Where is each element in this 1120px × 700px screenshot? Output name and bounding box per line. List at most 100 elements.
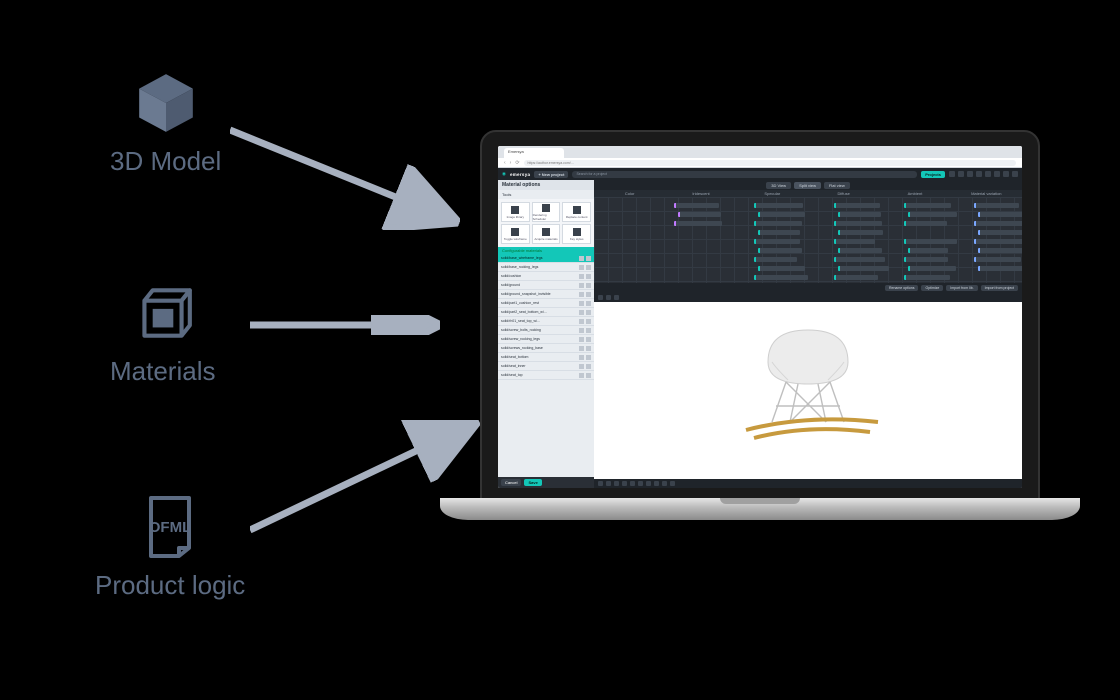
search-input[interactable]: Search for a project	[572, 171, 917, 178]
edit-icon[interactable]	[579, 373, 584, 378]
graph-node[interactable]	[978, 230, 1022, 235]
material-row[interactable]: solid/cushion	[498, 272, 594, 281]
tool-tile[interactable]: Acquire materials	[532, 224, 561, 244]
more-icon[interactable]	[586, 373, 591, 378]
graph-action-button[interactable]: Import from lib.	[946, 285, 977, 291]
graph-node[interactable]	[974, 221, 1022, 226]
material-row[interactable]: solid/seat_top	[498, 371, 594, 380]
graph-node[interactable]	[904, 239, 957, 244]
material-row[interactable]: solid/ground_snapshot_invisible	[498, 290, 594, 299]
reload-icon[interactable]: ⟳	[515, 160, 519, 166]
graph-node[interactable]	[834, 275, 878, 280]
graph-node[interactable]	[754, 275, 808, 280]
graph-node[interactable]	[754, 239, 800, 244]
edit-icon[interactable]	[579, 337, 584, 342]
graph-node[interactable]	[974, 239, 1022, 244]
browser-tab[interactable]: Emersya	[504, 148, 564, 158]
viewport-3d[interactable]	[594, 302, 1022, 479]
graph-node[interactable]	[838, 248, 882, 253]
graph-node[interactable]	[758, 248, 802, 253]
graph-action-button[interactable]: Import from project	[981, 285, 1018, 291]
material-row[interactable]: solid/part1_cushion_rest	[498, 299, 594, 308]
more-icon[interactable]	[586, 301, 591, 306]
back-icon[interactable]: ‹	[504, 160, 506, 166]
view-tab[interactable]: Split view	[794, 182, 821, 189]
edit-icon[interactable]	[579, 265, 584, 270]
node-graph[interactable]	[594, 197, 1022, 283]
material-row[interactable]: solid/rh01_seat_top_wi…	[498, 317, 594, 326]
material-row[interactable]: solid/seat_inner	[498, 362, 594, 371]
more-icon[interactable]	[586, 337, 591, 342]
material-row[interactable]: solid/screws_rocking_base	[498, 344, 594, 353]
graph-node[interactable]	[674, 203, 719, 208]
viewport-tool-icon[interactable]	[614, 295, 619, 300]
more-icon[interactable]	[586, 346, 591, 351]
more-icon[interactable]	[586, 328, 591, 333]
topbar-icon[interactable]	[994, 171, 1000, 177]
material-row[interactable]: solid/seat_bottom	[498, 353, 594, 362]
view-tab[interactable]: 3D View	[766, 182, 791, 189]
address-bar[interactable]: https://author.emersya.com/…	[524, 160, 1016, 166]
graph-node[interactable]	[754, 203, 803, 208]
viewport-tool-icon[interactable]	[614, 481, 619, 486]
edit-icon[interactable]	[579, 256, 584, 261]
save-button[interactable]: Save	[524, 479, 541, 486]
tool-tile[interactable]: Key styles	[562, 224, 591, 244]
tool-tile[interactable]: Toggle wireframe	[501, 224, 530, 244]
graph-action-button[interactable]: Rename options	[885, 285, 919, 291]
graph-node[interactable]	[758, 230, 800, 235]
material-row[interactable]: solid/ground	[498, 281, 594, 290]
graph-node[interactable]	[834, 257, 885, 262]
edit-icon[interactable]	[579, 355, 584, 360]
more-icon[interactable]	[586, 310, 591, 315]
viewport-tool-icon[interactable]	[606, 481, 611, 486]
edit-icon[interactable]	[579, 346, 584, 351]
graph-node[interactable]	[974, 203, 1019, 208]
material-row[interactable]: solid/screw_rocking_legs	[498, 335, 594, 344]
more-icon[interactable]	[586, 274, 591, 279]
topbar-icon[interactable]	[1003, 171, 1009, 177]
edit-icon[interactable]	[579, 328, 584, 333]
graph-node[interactable]	[678, 212, 721, 217]
view-tab[interactable]: Flat view	[824, 182, 850, 189]
viewport-tool-icon[interactable]	[598, 481, 603, 486]
material-row[interactable]: solid/part2_seat_bottom_wi…	[498, 308, 594, 317]
tool-tile[interactable]: Rendering Scheduler	[532, 202, 561, 222]
more-icon[interactable]	[586, 292, 591, 297]
graph-action-button[interactable]: Optimize	[921, 285, 943, 291]
topbar-icon[interactable]	[976, 171, 982, 177]
graph-node[interactable]	[974, 257, 1021, 262]
tool-tile[interactable]: Image library	[501, 202, 530, 222]
graph-node[interactable]	[978, 266, 1022, 271]
cancel-button[interactable]: Cancel	[501, 479, 521, 486]
graph-node[interactable]	[838, 266, 889, 271]
graph-node[interactable]	[904, 257, 948, 262]
edit-icon[interactable]	[579, 364, 584, 369]
material-row[interactable]: solid/base_wireframe_legs	[498, 254, 594, 263]
graph-node[interactable]	[674, 221, 722, 226]
viewport-tool-icon[interactable]	[638, 481, 643, 486]
graph-node[interactable]	[754, 221, 802, 226]
edit-icon[interactable]	[579, 310, 584, 315]
graph-node[interactable]	[758, 212, 805, 217]
topbar-icon[interactable]	[985, 171, 991, 177]
viewport-tool-icon[interactable]	[606, 295, 611, 300]
viewport-tool-icon[interactable]	[662, 481, 667, 486]
more-icon[interactable]	[586, 283, 591, 288]
edit-icon[interactable]	[579, 319, 584, 324]
projects-button[interactable]: Projects	[921, 171, 945, 178]
graph-node[interactable]	[908, 266, 956, 271]
edit-icon[interactable]	[579, 301, 584, 306]
graph-node[interactable]	[904, 203, 951, 208]
more-icon[interactable]	[586, 319, 591, 324]
graph-node[interactable]	[908, 248, 948, 253]
edit-icon[interactable]	[579, 292, 584, 297]
viewport-tool-icon[interactable]	[598, 295, 603, 300]
graph-node[interactable]	[904, 275, 950, 280]
graph-node[interactable]	[978, 212, 1022, 217]
topbar-icon[interactable]	[967, 171, 973, 177]
viewport-tool-icon[interactable]	[646, 481, 651, 486]
graph-node[interactable]	[758, 266, 805, 271]
topbar-icon[interactable]	[958, 171, 964, 177]
new-project-button[interactable]: + New project	[534, 171, 568, 178]
